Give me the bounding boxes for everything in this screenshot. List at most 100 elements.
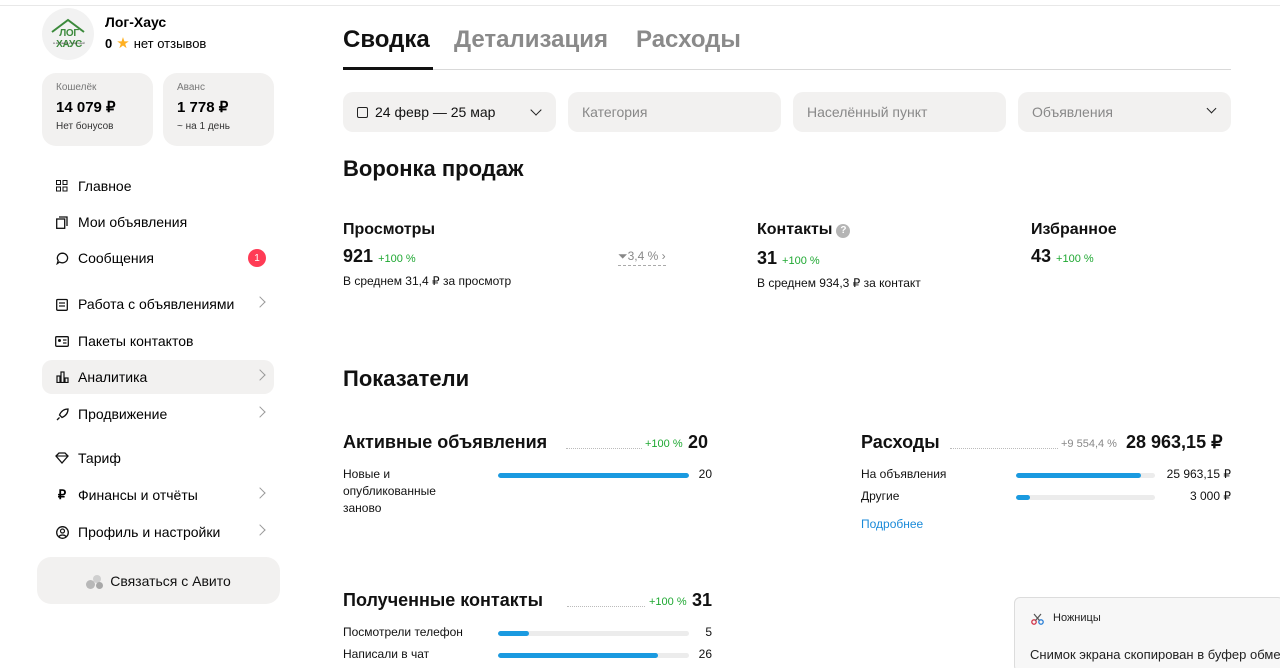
sidebar-item-messages[interactable]: Сообщения 1 <box>42 241 274 275</box>
contact-avito-label: Связаться с Авито <box>110 572 231 589</box>
chevron-down-icon <box>1206 103 1217 114</box>
sidebar-item-contact-packages[interactable]: Пакеты контактов <box>42 324 274 358</box>
tab-summary[interactable]: Сводка <box>343 26 430 54</box>
dotted-leader <box>950 448 1058 449</box>
snipping-notification[interactable]: Ножницы Снимок экрана скопирован в буфер… <box>1014 597 1280 668</box>
sidebar-item-promotion[interactable]: Продвижение <box>42 397 274 431</box>
sidebar-item-label: Продвижение <box>78 406 168 422</box>
conversion-link[interactable]: ⏷3,4 % › <box>618 249 666 266</box>
views-sub: В среднем 31,4 ₽ за просмотр <box>343 274 512 288</box>
indicators-title: Показатели <box>343 366 470 391</box>
sidebar-item-listings-work[interactable]: Работа с объявлениями <box>42 287 274 321</box>
locality-placeholder: Населённый пункт <box>807 104 928 120</box>
contact-avito-button[interactable]: Связаться с Авито <box>37 557 280 604</box>
advance-amount: 1 778 ₽ <box>177 99 229 116</box>
funnel-icon: ⏷ <box>618 249 628 263</box>
chevron-right-icon <box>254 524 266 536</box>
active-listings-value: 20 <box>688 432 709 452</box>
expenses-row-label: Другие <box>861 489 900 503</box>
sidebar-item-tariff[interactable]: Тариф <box>42 441 274 475</box>
favorites-value-row: 43 +100 % <box>1031 246 1094 267</box>
grid-icon <box>54 178 70 194</box>
contacts-row-fill <box>498 653 659 658</box>
locality-input[interactable]: Населённый пункт <box>793 92 1006 132</box>
sidebar-item-main[interactable]: Главное <box>42 169 274 203</box>
dotted-leader <box>566 448 642 449</box>
sidebar-item-label: Тариф <box>78 450 121 466</box>
scissors-icon <box>1031 612 1045 625</box>
date-range-value: 24 февр — 25 мар <box>375 104 496 120</box>
listings-select[interactable]: Объявления <box>1018 92 1231 132</box>
help-icon[interactable]: ? <box>836 224 851 238</box>
avito-dots-icon <box>86 573 104 589</box>
documents-icon <box>54 214 70 230</box>
active-row-bar <box>498 473 689 478</box>
contacts-row-bar <box>498 631 689 636</box>
clipboard-icon <box>54 296 70 312</box>
tab-bar: Сводка Детализация Расходы <box>343 26 1231 70</box>
rating-value: 0 <box>105 36 113 51</box>
tab-expenses[interactable]: Расходы <box>636 26 741 54</box>
notification-app-name: Ножницы <box>1053 612 1101 624</box>
expenses-row-fill <box>1016 495 1030 500</box>
wallet-label: Кошелёк <box>56 82 97 93</box>
expenses-value: 28 963,15 ₽ <box>1126 432 1223 452</box>
chevron-right-icon <box>254 369 266 381</box>
active-tab-indicator <box>343 67 433 70</box>
contacts-sub: В среднем 934,3 ₽ за контакт <box>757 276 921 290</box>
sidebar-item-profile-settings[interactable]: Профиль и настройки <box>42 515 274 549</box>
category-input[interactable]: Категория <box>568 92 781 132</box>
contacts-delta: +100 % <box>782 255 820 267</box>
advance-sub: ~ на 1 день <box>177 121 230 132</box>
company-logo[interactable]: ЛОГ ХАУС в согласии с природой <box>42 8 94 60</box>
chevron-right-icon <box>254 487 266 499</box>
active-row-label: Новые и опубликованные заново <box>343 467 436 515</box>
received-contacts-value: 31 <box>692 590 713 610</box>
sidebar-item-label: Финансы и отчёты <box>78 487 198 503</box>
wallet-card[interactable]: Кошелёк 14 079 ₽ Нет бонусов <box>42 73 153 146</box>
profile-header[interactable]: ЛОГ ХАУС в согласии с природой Лог-Хаус … <box>42 8 282 64</box>
logo-text: ЛОГ ХАУС <box>56 28 82 50</box>
contacts-row-fill <box>498 631 529 636</box>
diamond-icon <box>54 450 70 466</box>
contacts-row-label: Написали в чат <box>343 647 430 661</box>
sidebar-item-label: Аналитика <box>78 369 148 385</box>
views-title: Просмотры <box>343 221 436 238</box>
expenses-more-link[interactable]: Подробнее <box>861 517 923 531</box>
received-contacts-delta: +100 % <box>649 596 687 608</box>
contacts-row-bar <box>498 653 689 658</box>
sidebar-item-finance[interactable]: ₽ Финансы и отчёты <box>42 478 274 512</box>
active-listings-delta: +100 % <box>645 438 683 450</box>
logo-tagline: в согласии с природой <box>53 41 85 45</box>
sidebar: ЛОГ ХАУС в согласии с природой Лог-Хаус … <box>36 8 281 668</box>
sidebar-item-analytics[interactable]: Аналитика <box>42 360 274 394</box>
reviews-label: нет отзывов <box>133 36 207 51</box>
active-listings-title: Активные объявления <box>343 432 548 452</box>
id-card-icon <box>54 333 70 349</box>
views-value: 921 <box>343 246 374 266</box>
expenses-delta: +9 554,4 % <box>1061 438 1117 450</box>
sidebar-item-label: Мои объявления <box>78 214 188 230</box>
chat-bubble-icon <box>54 250 70 266</box>
shop-name[interactable]: Лог-Хаус <box>105 14 166 30</box>
sidebar-item-label: Главное <box>78 178 132 194</box>
rocket-icon <box>54 406 70 422</box>
funnel-title: Воронка продаж <box>343 156 524 181</box>
tab-details[interactable]: Детализация <box>454 26 608 54</box>
contacts-row-value: 26 <box>698 647 712 661</box>
advance-label: Аванс <box>177 82 205 93</box>
advance-card[interactable]: Аванс 1 778 ₽ ~ на 1 день <box>163 73 274 146</box>
sidebar-item-my-listings[interactable]: Мои объявления <box>42 205 274 239</box>
favorites-title: Избранное <box>1031 221 1117 238</box>
contacts-row-label: Посмотрели телефон <box>343 625 463 639</box>
expenses-row-value: 25 963,15 ₽ <box>1166 467 1231 481</box>
contacts-title: Контакты <box>757 221 833 238</box>
ruble-icon: ₽ <box>57 487 67 502</box>
top-divider <box>0 5 1280 6</box>
date-range-select[interactable]: 24 февр — 25 мар <box>343 92 556 132</box>
favorites-delta: +100 % <box>1056 253 1094 265</box>
dotted-leader <box>567 606 645 607</box>
chevron-down-icon <box>530 104 542 116</box>
rating-row[interactable]: 0 ★ нет отзывов <box>105 36 206 51</box>
active-row-fill <box>498 473 689 478</box>
